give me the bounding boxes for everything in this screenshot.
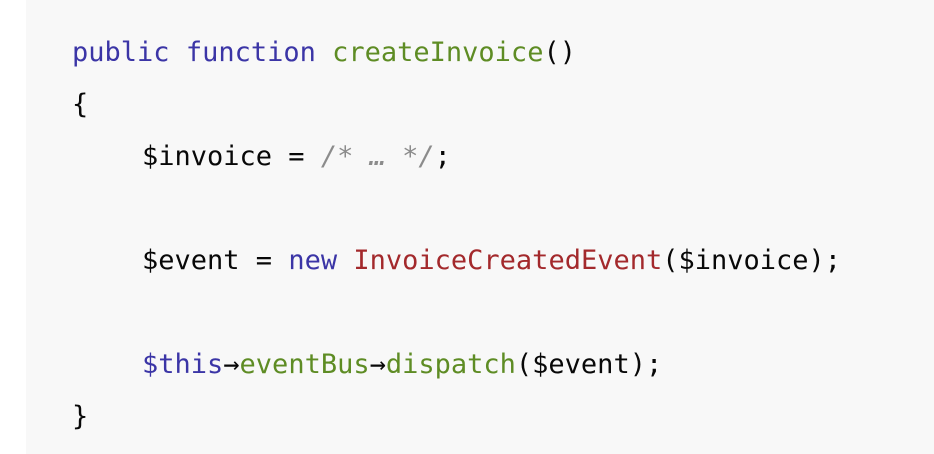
assign-operator: =	[239, 245, 289, 276]
code-editor[interactable]: public function createInvoice() { $invoi…	[26, 0, 934, 454]
code-line-1: public function createInvoice()	[72, 34, 576, 72]
code-line-2: {	[72, 86, 88, 124]
property-event-bus: eventBus	[239, 349, 370, 380]
code-line-4: $event = new InvoiceCreatedEvent($invoic…	[72, 242, 841, 280]
parens: ()	[543, 37, 576, 68]
keyword-new: new	[288, 245, 338, 276]
code-line-6: }	[72, 398, 88, 436]
this-keyword: $this	[142, 349, 224, 380]
keyword-function: function	[185, 37, 316, 68]
code-line-5: $this→eventBus→dispatch($event);	[72, 346, 662, 384]
function-name: createInvoice	[332, 37, 544, 68]
arrow-operator-2: →	[369, 349, 386, 380]
method-args: ($event);	[515, 349, 663, 380]
method-dispatch: dispatch	[385, 349, 516, 380]
close-brace: }	[72, 401, 89, 432]
variable-event: $event	[142, 245, 240, 276]
keyword-public: public	[72, 37, 170, 68]
class-name: InvoiceCreatedEvent	[353, 245, 663, 276]
placeholder-comment: /* … */	[320, 141, 435, 172]
open-brace: {	[72, 89, 89, 120]
arrow-operator-1: →	[223, 349, 240, 380]
semicolon: ;	[434, 141, 451, 172]
assign-operator: =	[272, 141, 321, 172]
variable-invoice: $invoice	[142, 141, 273, 172]
code-line-3: $invoice = /* … */;	[72, 138, 451, 176]
constructor-args: ($invoice);	[662, 245, 842, 276]
